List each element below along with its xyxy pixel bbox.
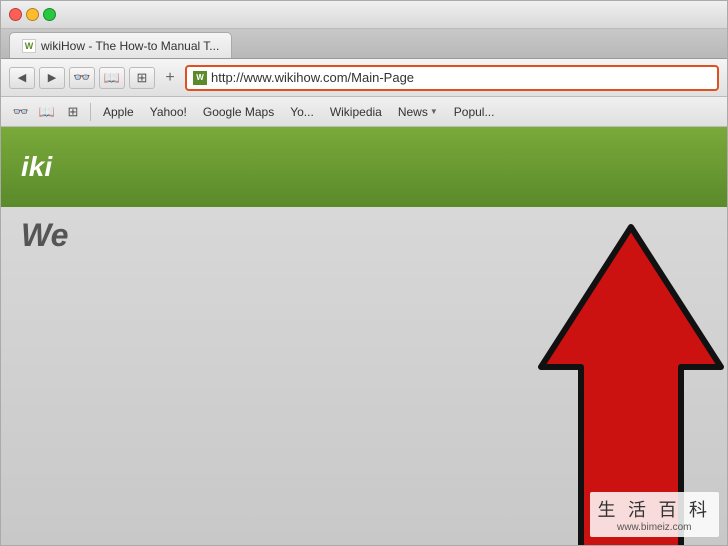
watermark-url: www.bimeiz.com <box>617 522 691 533</box>
bookmarks-bar: 👓 📖 ⊞ Apple Yahoo! Google Maps Yo... Wik… <box>1 97 727 127</box>
forward-button[interactable]: ▶ <box>39 67 65 89</box>
close-button[interactable] <box>9 8 22 21</box>
bookmark-popular[interactable]: Popul... <box>447 103 502 121</box>
bookmarks-icon-3[interactable]: ⊞ <box>61 101 85 123</box>
grid-icon: ⊞ <box>137 70 148 86</box>
address-favicon-icon: W <box>193 71 207 85</box>
bookmark-google-maps[interactable]: Google Maps <box>196 103 281 121</box>
minimize-button[interactable] <box>26 8 39 21</box>
bookmarks-icon: 📖 <box>104 70 120 86</box>
plus-icon: + <box>165 69 174 87</box>
back-icon: ◀ <box>18 71 26 84</box>
watermark-chinese-text: 生 活 百 科 <box>598 496 712 522</box>
news-dropdown-arrow: ▼ <box>430 107 438 116</box>
window-controls <box>9 8 56 21</box>
address-input[interactable] <box>211 70 711 85</box>
title-bar <box>1 1 727 29</box>
nav-bar: ◀ ▶ 👓 📖 ⊞ + W <box>1 59 727 97</box>
forward-icon: ▶ <box>48 71 56 84</box>
tab-label: wikiHow - The How-to Manual T... <box>41 39 219 53</box>
bookmark-wikipedia[interactable]: Wikipedia <box>323 103 389 121</box>
content-area: iki We 生 活 百 科 www.bimeiz.com <box>1 127 727 545</box>
bookmark-yahoo[interactable]: Yahoo! <box>143 103 194 121</box>
back-button[interactable]: ◀ <box>9 67 35 89</box>
bookmark-youtube[interactable]: Yo... <box>283 103 321 121</box>
bookmarks-icon-1[interactable]: 👓 <box>9 101 33 123</box>
webpage: iki We 生 活 百 科 www.bimeiz.com <box>1 127 727 545</box>
tab-bar: W wikiHow - The How-to Manual T... <box>1 29 727 59</box>
grid-button[interactable]: ⊞ <box>129 67 155 89</box>
active-tab[interactable]: W wikiHow - The How-to Manual T... <box>9 32 232 58</box>
tab-favicon-icon: W <box>22 39 36 53</box>
wikihow-logo: iki <box>21 151 52 183</box>
browser-window: W wikiHow - The How-to Manual T... ◀ ▶ 👓… <box>0 0 728 546</box>
bookmarks-separator <box>90 103 91 121</box>
add-tab-button[interactable]: + <box>159 67 181 89</box>
maximize-button[interactable] <box>43 8 56 21</box>
bookmarks-list-button[interactable]: 📖 <box>99 67 125 89</box>
wikihow-header: iki <box>1 127 727 207</box>
bookmarks-icon-2[interactable]: 📖 <box>35 101 59 123</box>
bookmark-apple[interactable]: Apple <box>96 103 141 121</box>
watermark: 生 活 百 科 www.bimeiz.com <box>590 492 720 537</box>
welcome-text: We <box>21 217 68 254</box>
reader-icon: 👓 <box>73 69 90 86</box>
reader-mode-button[interactable]: 👓 <box>69 67 95 89</box>
bookmark-news[interactable]: News ▼ <box>391 103 445 121</box>
address-bar[interactable]: W <box>185 65 719 91</box>
